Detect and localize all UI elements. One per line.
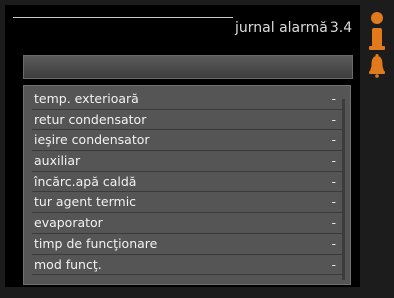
row-label: încărc.apă caldă xyxy=(34,173,137,189)
row-value: - xyxy=(331,235,336,251)
list-item[interactable]: evaporator - xyxy=(32,213,344,234)
alarm-log-list: temp. exterioară - retur condensator - ieş… xyxy=(23,85,351,285)
row-value: - xyxy=(331,173,336,189)
title-divider xyxy=(13,17,233,18)
row-label: evaporator xyxy=(34,215,103,231)
row-label: temp. exterioară xyxy=(34,91,139,106)
list-item[interactable]: retur condensator - xyxy=(32,110,344,131)
list-item[interactable]: ieşire condensator - xyxy=(32,130,344,152)
row-value: - xyxy=(331,132,336,148)
status-icons xyxy=(366,10,388,90)
list-item[interactable]: auxiliar - xyxy=(32,151,344,172)
list-item[interactable]: temp. exterioară - xyxy=(32,89,344,110)
bell-icon xyxy=(369,54,385,78)
row-label: timp de funcţionare xyxy=(34,235,158,251)
row-value: - xyxy=(331,256,336,272)
menu-code: 3.4 xyxy=(329,20,353,36)
row-label: auxiliar xyxy=(34,153,81,169)
row-value: - xyxy=(331,215,336,231)
list-item[interactable]: timp de funcţionare - xyxy=(32,234,344,255)
row-label: mod funcţ. xyxy=(34,256,102,272)
list-item[interactable]: mod funcţ. - xyxy=(32,255,344,276)
row-value: - xyxy=(331,111,336,127)
row-label: ieşire condensator xyxy=(34,132,150,148)
list-item[interactable]: tur agent termic - xyxy=(32,192,344,214)
page-title: jurnal alarmă 3.4 xyxy=(235,20,360,36)
row-label: tur agent termic xyxy=(34,194,137,210)
display-screen: jurnal alarmă 3.4 temp. exterioară - retur… xyxy=(5,5,360,287)
list-item[interactable]: încărc.apă caldă - xyxy=(32,172,344,193)
selected-header-bar[interactable] xyxy=(23,55,353,79)
row-value: - xyxy=(331,153,336,169)
row-label: retur condensator xyxy=(34,111,147,127)
scrollbar[interactable] xyxy=(342,99,345,280)
menu-title: jurnal alarmă xyxy=(235,20,328,36)
row-value: - xyxy=(331,194,336,210)
row-value: - xyxy=(331,91,336,106)
